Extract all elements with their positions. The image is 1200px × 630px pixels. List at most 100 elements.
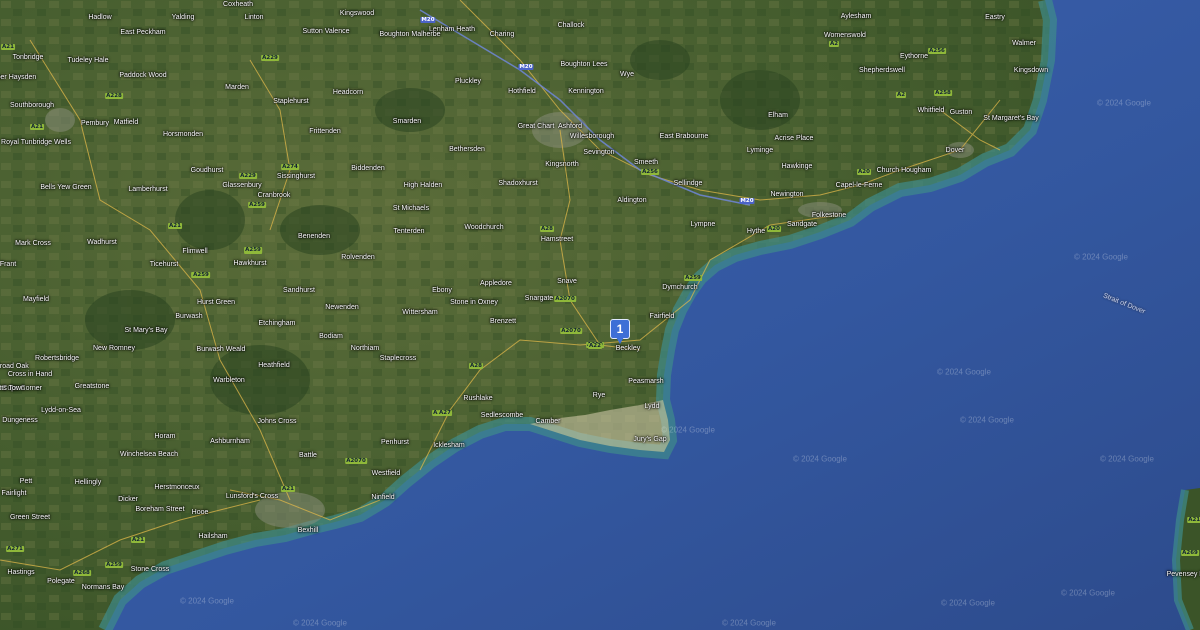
place-label: Sedlescombe bbox=[480, 412, 524, 419]
place-label: Bodiam bbox=[319, 333, 343, 340]
place-label: Fairlight bbox=[1, 490, 27, 497]
place-label: Eastry bbox=[985, 14, 1005, 21]
place-label: Smarden bbox=[392, 118, 422, 125]
place-label: Brenzett bbox=[489, 318, 517, 325]
place-label: Staplehurst bbox=[273, 98, 309, 105]
place-label: Hothfield bbox=[508, 88, 536, 95]
place-label: Staplecross bbox=[379, 355, 417, 362]
place-label: Ninfield bbox=[371, 494, 395, 501]
place-label: Burwash Weald bbox=[196, 346, 246, 353]
road-shield: A228 bbox=[105, 93, 123, 99]
place-label: Green Street bbox=[9, 514, 51, 521]
place-label: Broad Oak bbox=[0, 363, 29, 370]
place-label: Mark Cross bbox=[15, 240, 51, 247]
road-shield: A256 bbox=[928, 48, 946, 54]
place-label: Dymchurch bbox=[662, 284, 698, 291]
place-label: Upper Haysden bbox=[0, 74, 37, 81]
google-watermark: © 2024 Google bbox=[960, 415, 1014, 425]
road-shield: A229 bbox=[239, 173, 257, 179]
place-label: Glassenbury bbox=[222, 182, 262, 189]
place-label: Acrise Place bbox=[774, 135, 814, 142]
place-label: Pluckley bbox=[454, 78, 482, 85]
place-label: Shepherdswell bbox=[859, 67, 905, 74]
place-label: Frant bbox=[0, 261, 17, 268]
place-label: Marden bbox=[225, 84, 249, 91]
google-watermark: © 2024 Google bbox=[941, 598, 995, 608]
place-label: Biddenden bbox=[351, 165, 385, 172]
place-label: Punnetts Town bbox=[0, 385, 25, 392]
map-pin-tip bbox=[616, 337, 624, 344]
place-label: Beckley bbox=[615, 345, 641, 352]
place-label: Womenswold bbox=[824, 32, 866, 39]
road-shield: A259 bbox=[244, 247, 262, 253]
place-label: Fairfield bbox=[649, 313, 675, 320]
map-marker[interactable]: 1 bbox=[610, 319, 630, 345]
place-label: St Margaret's Bay bbox=[983, 115, 1039, 122]
place-label: Elham bbox=[768, 112, 788, 119]
place-label: Kennington bbox=[568, 88, 604, 95]
place-label: East Brabourne bbox=[659, 133, 709, 140]
place-label: Greatstone bbox=[74, 383, 110, 390]
place-label: Challock bbox=[557, 22, 585, 29]
road-shield: A20 bbox=[857, 169, 871, 175]
place-label: Woodchurch bbox=[464, 224, 504, 231]
place-label: Polegate bbox=[47, 578, 75, 585]
road-shield: A21 bbox=[168, 223, 182, 229]
motorway-shield: M20 bbox=[518, 64, 534, 70]
place-label: Pembury bbox=[80, 120, 110, 127]
satellite-map[interactable]: Hadlow Yalding Coxheath Linton Kingswood Lenh… bbox=[0, 0, 1200, 630]
place-label: Lunsford's Cross bbox=[225, 493, 279, 500]
road-shield: A2100 bbox=[1187, 517, 1200, 523]
place-label: Mayfield bbox=[22, 296, 50, 303]
place-label: Snave bbox=[557, 278, 577, 285]
place-label: Hastings bbox=[7, 569, 35, 576]
road-shield: A20 bbox=[767, 226, 781, 232]
road-shield: A27 bbox=[438, 410, 452, 416]
google-watermark: © 2024 Google bbox=[722, 618, 776, 628]
place-label: Kingswood bbox=[339, 10, 375, 17]
road-shield: A274 bbox=[281, 164, 299, 170]
place-label: Rye bbox=[592, 392, 606, 399]
google-watermark: © 2024 Google bbox=[937, 367, 991, 377]
place-label: Hawkinge bbox=[781, 163, 813, 170]
place-label: Tonbridge bbox=[12, 54, 44, 61]
google-watermark: © 2024 Google bbox=[793, 454, 847, 464]
place-label: Frittenden bbox=[309, 128, 341, 135]
place-label: Guston bbox=[949, 109, 973, 116]
road-shield: A259 bbox=[248, 202, 266, 208]
marker-label: 1 bbox=[616, 322, 624, 336]
place-label: Wittersham bbox=[402, 309, 438, 316]
place-label: Hooe bbox=[191, 509, 209, 516]
place-label: Bexhill bbox=[297, 527, 319, 534]
road-shield: A21 bbox=[131, 537, 145, 543]
place-label: Benenden bbox=[298, 233, 330, 240]
place-label: Paddock Wood bbox=[119, 72, 167, 79]
place-label: Cross in Hand bbox=[7, 371, 53, 378]
place-label: Boughton Lees bbox=[560, 61, 608, 68]
place-label: Church Hougham bbox=[876, 167, 932, 174]
place-label: Great Chart bbox=[517, 123, 555, 130]
place-label: Northiam bbox=[350, 345, 380, 352]
place-label: Smeeth bbox=[633, 159, 659, 166]
place-label: Dicker bbox=[118, 496, 138, 503]
place-label: Jury's Gap bbox=[633, 436, 667, 443]
place-label: Matfield bbox=[113, 119, 139, 126]
place-label: Burwash bbox=[175, 313, 203, 320]
road-shield: A259 bbox=[105, 562, 123, 568]
place-label: Hurst Green bbox=[196, 299, 236, 306]
place-label: Pevensey Bay bbox=[1166, 571, 1200, 578]
road-shield: A229 bbox=[261, 55, 279, 61]
road-shield: A2 bbox=[895, 92, 907, 98]
place-label: Boughton Malherbe bbox=[379, 31, 441, 38]
road-shield: A22 bbox=[588, 343, 602, 349]
place-label: Tenterden bbox=[393, 228, 425, 235]
place-label: Sutton Valence bbox=[302, 28, 350, 35]
place-label: Linton bbox=[244, 14, 264, 21]
place-label: Whitfield bbox=[917, 107, 945, 114]
place-label: Hailsham bbox=[198, 533, 228, 540]
place-label: Capel-le-Ferne bbox=[835, 182, 883, 189]
place-label: Royal Tunbridge Wells bbox=[1, 139, 71, 146]
place-label: Rushlake bbox=[463, 395, 493, 402]
road-shield: A2 bbox=[828, 41, 840, 47]
place-label: Newenden bbox=[325, 304, 359, 311]
